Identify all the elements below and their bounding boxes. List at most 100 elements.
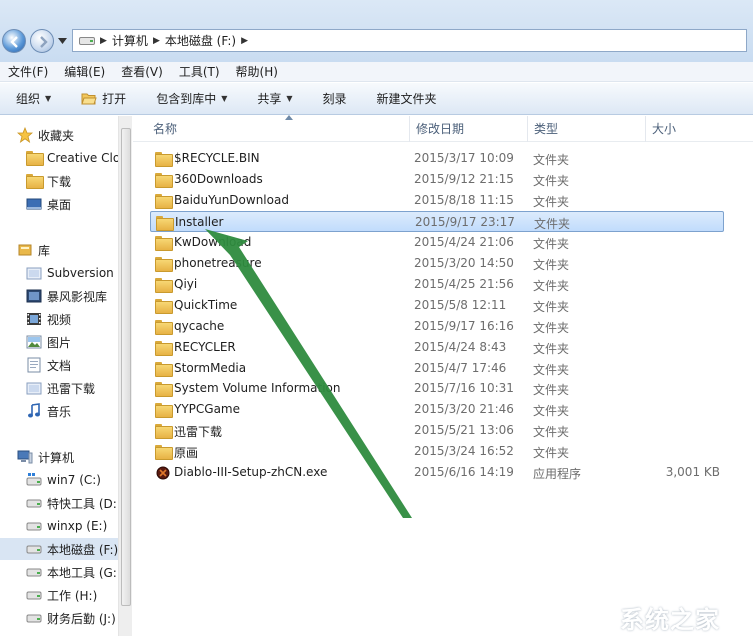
file-name: phonetreasure [174, 255, 262, 270]
file-row[interactable]: StormMedia 2015/4/7 17:46 文件夹 [150, 358, 724, 379]
menu-file[interactable]: 文件(F) [8, 63, 48, 80]
picture-icon [26, 334, 42, 350]
file-type: 文件夹 [533, 299, 570, 314]
navigation-scrollbar[interactable] [118, 116, 132, 636]
folder-icon [155, 172, 173, 188]
column-headers: 名称 修改日期 类型 大小 [133, 115, 753, 142]
scrollbar-thumb[interactable] [121, 128, 131, 606]
drive-icon [26, 541, 42, 557]
nav-drive-h[interactable]: 工作 (H:) [0, 584, 118, 606]
column-header-name[interactable]: 名称 [147, 115, 410, 142]
open-label: 打开 [102, 92, 127, 106]
breadcrumb-drive-f[interactable]: 本地磁盘 (F:) [165, 32, 236, 49]
share-button[interactable]: 共享 ▼ [257, 90, 292, 107]
organize-button[interactable]: 组织 ▼ [16, 90, 51, 107]
file-row[interactable]: Installer 2015/9/17 23:17 文件夹 [150, 210, 724, 232]
nav-drive-e[interactable]: winxp (E:) [0, 515, 118, 537]
file-row[interactable]: 迅雷下载 2015/5/21 13:06 文件夹 [150, 420, 724, 441]
back-button[interactable] [2, 29, 26, 53]
column-header-size[interactable]: 大小 [646, 116, 741, 142]
folder-icon [155, 381, 173, 398]
file-row[interactable]: Diablo-III-Setup-zhCN.exe 2015/6/16 14:19… [150, 462, 724, 483]
file-name: YYPCGame [174, 402, 240, 417]
file-row[interactable]: RECYCLER 2015/4/24 8:43 文件夹 [150, 337, 724, 358]
nav-item-desktop[interactable]: 桌面 [0, 193, 118, 215]
forward-button[interactable] [30, 29, 54, 53]
new-folder-button[interactable]: 新建文件夹 [377, 90, 437, 107]
breadcrumb-separator[interactable]: ▶ [100, 36, 107, 46]
nav-item-videos[interactable]: 视频 [0, 308, 118, 330]
nav-item-pictures[interactable]: 图片 [0, 331, 118, 353]
breadcrumb-computer[interactable]: 计算机 [112, 32, 148, 49]
nav-item-thunder-downloads[interactable]: 迅雷下载 [0, 377, 118, 399]
nav-item-label: Subversion [47, 266, 114, 280]
nav-libraries[interactable]: 库 [0, 239, 118, 261]
nav-item-label: 音乐 [47, 404, 72, 419]
menu-view[interactable]: 查看(V) [121, 63, 163, 80]
include-in-library-label: 包含到库中 [156, 92, 217, 106]
library-folder-icon [26, 380, 42, 396]
file-list: 名称 修改日期 类型 大小 $RECYCLE.BIN 2015/3/17 10:0… [133, 115, 753, 636]
file-type: 文件夹 [534, 216, 571, 231]
nav-item-subversion[interactable]: Subversion [0, 262, 118, 284]
system-drive-icon [26, 472, 42, 488]
file-type: 文件夹 [533, 320, 570, 335]
file-type: 文件夹 [533, 383, 570, 398]
nav-drive-d[interactable]: 特快工具 (D: [0, 492, 118, 514]
file-row[interactable]: System Volume Information 2015/7/16 10:31… [150, 378, 724, 399]
watermark: 系统之家 [580, 595, 750, 634]
file-row[interactable]: YYPCGame 2015/3/20 21:46 文件夹 [150, 399, 724, 420]
breadcrumb-separator[interactable]: ▶ [153, 36, 160, 46]
open-folder-icon [81, 93, 97, 104]
file-date: 2015/6/16 14:19 [414, 465, 514, 480]
address-box[interactable]: ▶ 计算机 ▶ 本地磁盘 (F:) ▶ [72, 29, 747, 52]
file-row[interactable]: QuickTime 2015/5/8 12:11 文件夹 [150, 295, 724, 316]
nav-drive-c[interactable]: win7 (C:) [0, 469, 118, 491]
nav-item-baofeng-library[interactable]: 暴风影视库 [0, 285, 118, 307]
file-name: Qiyi [174, 276, 198, 291]
file-date: 2015/3/24 16:52 [414, 444, 514, 459]
column-header-type[interactable]: 类型 [528, 116, 646, 142]
nav-item-label: 财务后勤 (J:) [47, 611, 116, 626]
menu-tools[interactable]: 工具(T) [179, 63, 220, 80]
file-row[interactable]: BaiduYunDownload 2015/8/18 11:15 文件夹 [150, 190, 724, 211]
nav-drive-f[interactable]: 本地磁盘 (F:) [0, 538, 118, 560]
file-row[interactable]: Qiyi 2015/4/25 21:56 文件夹 [150, 274, 724, 295]
file-name: qycache [174, 318, 225, 333]
file-row[interactable]: 原画 2015/3/24 16:52 文件夹 [150, 441, 724, 462]
navigation-pane: 收藏夹 Creative Clo 下载 桌面 库 Subversion 暴风影视… [0, 116, 118, 636]
file-row[interactable]: qycache 2015/9/17 16:16 文件夹 [150, 316, 724, 337]
nav-item-documents[interactable]: 文档 [0, 354, 118, 376]
nav-favorites[interactable]: 收藏夹 [0, 124, 118, 146]
file-date: 2015/5/8 12:11 [414, 297, 507, 312]
nav-item-label: 下载 [47, 174, 72, 189]
nav-item-downloads[interactable]: 下载 [0, 170, 118, 192]
column-header-date[interactable]: 修改日期 [410, 116, 528, 142]
nav-computer[interactable]: 计算机 [0, 446, 118, 468]
nav-item-music[interactable]: 音乐 [0, 400, 118, 422]
new-folder-label: 新建文件夹 [376, 92, 437, 106]
file-row[interactable]: KwDownload 2015/4/24 21:06 文件夹 [150, 232, 724, 253]
nav-item-label: winxp (E:) [47, 519, 108, 533]
file-row[interactable]: 360Downloads 2015/9/12 21:15 文件夹 [150, 169, 724, 190]
nav-drive-j[interactable]: 财务后勤 (J:) [0, 607, 118, 629]
nav-item-label: 迅雷下载 [47, 381, 96, 396]
film-icon [26, 311, 42, 327]
burn-button[interactable]: 刻录 [323, 90, 347, 107]
file-row[interactable]: phonetreasure 2015/3/20 14:50 文件夹 [150, 253, 724, 274]
include-in-library-button[interactable]: 包含到库中 ▼ [156, 90, 227, 107]
menu-edit[interactable]: 编辑(E) [64, 63, 105, 80]
file-date: 2015/4/25 21:56 [414, 276, 514, 291]
nav-item-creative-cloud[interactable]: Creative Clo [0, 147, 118, 169]
burn-label: 刻录 [322, 92, 347, 106]
breadcrumb-separator[interactable]: ▶ [241, 36, 248, 46]
file-date: 2015/9/17 23:17 [415, 214, 515, 229]
menu-help[interactable]: 帮助(H) [236, 63, 278, 80]
file-row[interactable]: $RECYCLE.BIN 2015/3/17 10:09 文件夹 [150, 148, 724, 169]
file-date: 2015/4/24 21:06 [414, 234, 514, 249]
recent-pages-dropdown-icon[interactable] [58, 38, 67, 44]
computer-icon [17, 449, 33, 465]
open-button[interactable]: 打开 [81, 90, 126, 107]
nav-drive-g[interactable]: 本地工具 (G: [0, 561, 118, 583]
file-date: 2015/3/20 14:50 [414, 255, 514, 270]
